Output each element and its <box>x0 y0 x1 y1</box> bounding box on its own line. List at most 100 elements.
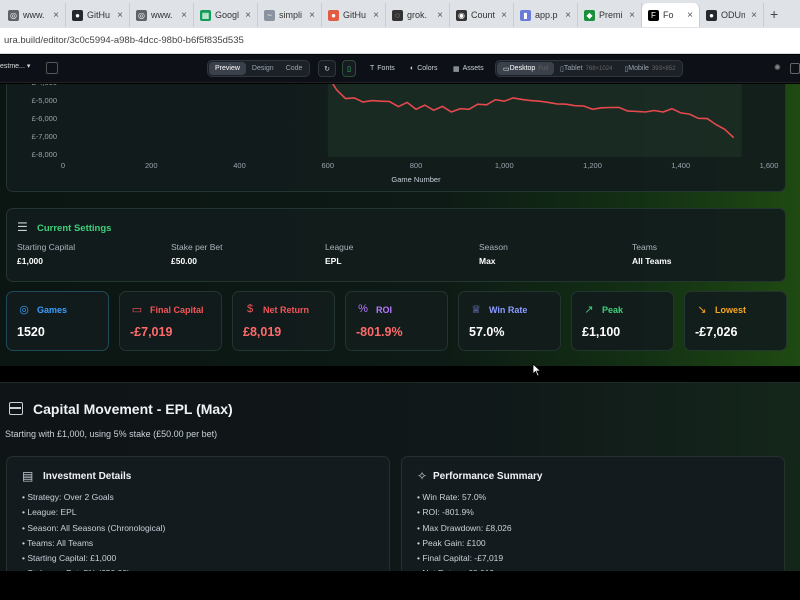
mouse-cursor-icon <box>532 363 542 377</box>
setting-label: Starting Capital <box>17 242 76 252</box>
project-selector[interactable]: estme... ▾ <box>0 62 30 70</box>
colors-button[interactable]: ◐ Colors <box>404 60 443 77</box>
stat-value: 57.0% <box>469 325 505 339</box>
device-dimensions: 393×852 <box>651 65 676 72</box>
url-text: ura.build/editor/3c0c5994-a98b-4dcc-98b0… <box>4 35 244 46</box>
tab-label: ODUm <box>721 10 745 20</box>
setting-item: Stake per Bet £50.00 <box>171 242 223 266</box>
chevron-down-icon: ▾ <box>26 63 31 70</box>
new-tab-button[interactable]: + <box>770 6 778 22</box>
y-tick-label: £-8,000 <box>32 150 57 159</box>
percent-icon: % <box>358 303 368 315</box>
setting-value: All Teams <box>632 256 672 266</box>
tab-label: grok. <box>407 10 428 20</box>
taskbar-area <box>0 571 800 600</box>
close-tab-icon[interactable]: × <box>751 10 757 21</box>
list-item: • ROI: -801.9% <box>417 507 474 518</box>
close-tab-icon[interactable]: × <box>309 10 315 21</box>
sun-icon[interactable]: ✺ <box>774 63 781 72</box>
tab-label: Googl <box>215 10 240 20</box>
section-title: Capital Movement - EPL (Max) <box>33 401 233 417</box>
tab-label: Premi <box>599 10 623 20</box>
list-item: • Starting Capital: £1,000 <box>22 553 117 564</box>
close-tab-icon[interactable]: × <box>181 10 187 21</box>
list-item: • Peak Gain: £100 <box>417 537 486 548</box>
close-tab-icon[interactable]: × <box>117 10 123 21</box>
status-indicator-icon[interactable]: ▯ <box>342 60 356 77</box>
list-item: • Season: All Seasons (Chronological) <box>22 522 166 533</box>
favicon-icon: ◌ <box>392 9 403 21</box>
target-icon: ◎ <box>19 303 29 316</box>
close-tab-icon[interactable]: × <box>501 10 507 21</box>
browser-tab[interactable]: ● GitHu × <box>322 3 386 27</box>
close-tab-icon[interactable]: × <box>53 10 59 21</box>
sidebar-toggle-icon[interactable] <box>46 62 58 74</box>
device-dimensions: Full <box>538 65 548 72</box>
stat-label: Peak <box>602 305 624 315</box>
browser-tab[interactable]: ● ODUm × <box>700 3 764 27</box>
close-tab-icon[interactable]: × <box>437 10 443 21</box>
tab-label: GitHu <box>343 10 367 20</box>
browser-tab[interactable]: ◌ grok. × <box>386 3 450 27</box>
mode-code-tab[interactable]: Code <box>280 62 309 75</box>
type-icon: T <box>370 65 375 72</box>
stat-value: 1520 <box>17 325 45 339</box>
browser-tab[interactable]: ▦ Googl × <box>194 3 258 27</box>
y-tick-label: £-6,000 <box>32 114 57 123</box>
tab-label: app.p <box>535 10 558 20</box>
favicon-icon: ▮ <box>520 9 531 21</box>
investment-details-list: • Strategy: Over 2 Goals • League: EPL • S… <box>22 492 165 571</box>
device-desktop-tab[interactable]: ▭ Desktop Full <box>497 62 554 75</box>
tab-label: www. <box>23 10 45 20</box>
browser-tab[interactable]: ◎ www. × <box>2 3 66 27</box>
device-tablet-tab[interactable]: ▯ Tablet 768×1024 <box>554 62 618 75</box>
fonts-button[interactable]: T Fonts <box>364 60 401 77</box>
browser-tab[interactable]: ~ simpli × <box>258 3 322 27</box>
assets-button[interactable]: ▦ Assets <box>447 60 490 77</box>
browser-tab[interactable]: F Fo × <box>642 3 700 27</box>
panel-icon[interactable] <box>790 63 800 74</box>
device-mobile-tab[interactable]: ▯ Mobile 393×852 <box>618 62 681 75</box>
favicon-icon: ● <box>72 9 83 21</box>
stat-label: Games <box>37 305 68 315</box>
stat-card-peak: ↗ Peak £1,100 <box>571 291 674 351</box>
close-tab-icon[interactable]: × <box>565 10 571 21</box>
setting-item: League EPL <box>325 242 353 266</box>
performance-summary-card: ✧ Performance Summary • Win Rate: 57.0% •… <box>401 456 785 571</box>
browser-tab[interactable]: ◎ www. × <box>130 3 194 27</box>
favicon-icon: ◆ <box>584 9 595 21</box>
browser-tab-bar: ◎ www. × ● GitHu × ◎ www. × ▦ Googl × ~ simpli × ● GitHu… <box>0 0 800 28</box>
stat-card-win-rate: ♕ Win Rate 57.0% <box>458 291 561 351</box>
x-tick-label: 1,600 <box>760 161 779 170</box>
stat-value: £1,100 <box>582 325 621 339</box>
browser-tab[interactable]: ◉ Count × <box>450 3 514 27</box>
setting-value: £1,000 <box>17 256 43 266</box>
mode-preview-tab[interactable]: Preview <box>209 62 246 75</box>
y-tick-label: £-5,000 <box>32 96 57 105</box>
device-label: Tablet <box>563 65 583 72</box>
x-tick-label: 1,000 <box>495 161 514 170</box>
close-tab-icon[interactable]: × <box>373 10 379 21</box>
list-item: • League: EPL <box>22 507 77 518</box>
device-icon: ▭ <box>503 65 510 73</box>
browser-tab[interactable]: ● GitHu × <box>66 3 130 27</box>
performance-summary-list: • Win Rate: 57.0% • ROI: -801.9% • Max Dra… <box>417 492 512 571</box>
browser-tab[interactable]: ▮ app.p × <box>514 3 578 27</box>
x-tick-label: 400 <box>233 161 246 170</box>
device-switcher: ▭ Desktop Full ▯ Tablet 768×1024 ▯ Mobile 393… <box>495 60 684 77</box>
favicon-icon: ◎ <box>136 9 147 21</box>
close-tab-icon[interactable]: × <box>687 10 693 21</box>
stat-card-net-return: $ Net Return £8,019 <box>232 291 335 351</box>
chart-area-fill <box>327 84 742 157</box>
mode-design-tab[interactable]: Design <box>246 62 280 75</box>
close-tab-icon[interactable]: × <box>245 10 251 21</box>
layout-icon <box>9 402 23 415</box>
tab-label: simpli <box>279 10 303 20</box>
setting-label: Teams <box>632 242 658 252</box>
address-bar[interactable]: ura.build/editor/3c0c5994-a98b-4dcc-98b0… <box>0 28 800 54</box>
list-item: • Strategy: Over 2 Goals <box>22 492 114 502</box>
favicon-icon: ● <box>706 9 717 21</box>
browser-tab[interactable]: ◆ Premi × <box>578 3 642 27</box>
refresh-icon[interactable]: ↻ <box>318 60 336 77</box>
close-tab-icon[interactable]: × <box>629 10 635 21</box>
